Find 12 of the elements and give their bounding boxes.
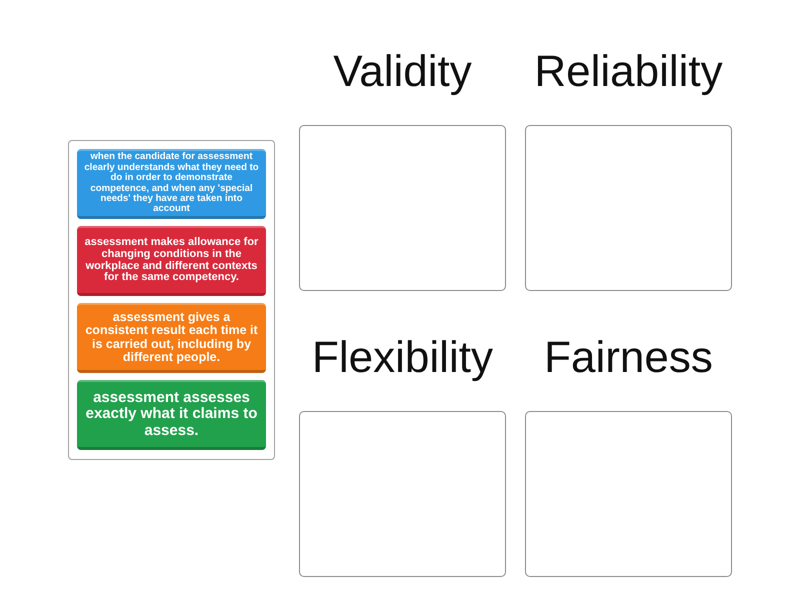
- answer-card[interactable]: when the candidate for assessment clearly understands what they need to do in order to demonstrate competence, and when any 'special needs' they have are taken into account: [77, 149, 266, 219]
- category-heading: Reliability: [534, 46, 723, 98]
- category-heading: Validity: [333, 46, 472, 98]
- answer-card[interactable]: assessment makes allowance for changing conditions in the workplace and different contexts for the same competency.: [77, 226, 266, 296]
- drop-zone[interactable]: [299, 125, 506, 291]
- drop-zone[interactable]: [525, 411, 732, 577]
- answer-card[interactable]: assessment assesses exactly what it claims to assess.: [77, 380, 266, 450]
- drop-zone[interactable]: [525, 125, 732, 291]
- category-heading: Flexibility: [312, 332, 493, 384]
- drop-zone[interactable]: [299, 411, 506, 577]
- answer-card[interactable]: assessment gives a consistent result each time it is carried out, including by different people.: [77, 303, 266, 373]
- category-heading: Fairness: [544, 332, 713, 384]
